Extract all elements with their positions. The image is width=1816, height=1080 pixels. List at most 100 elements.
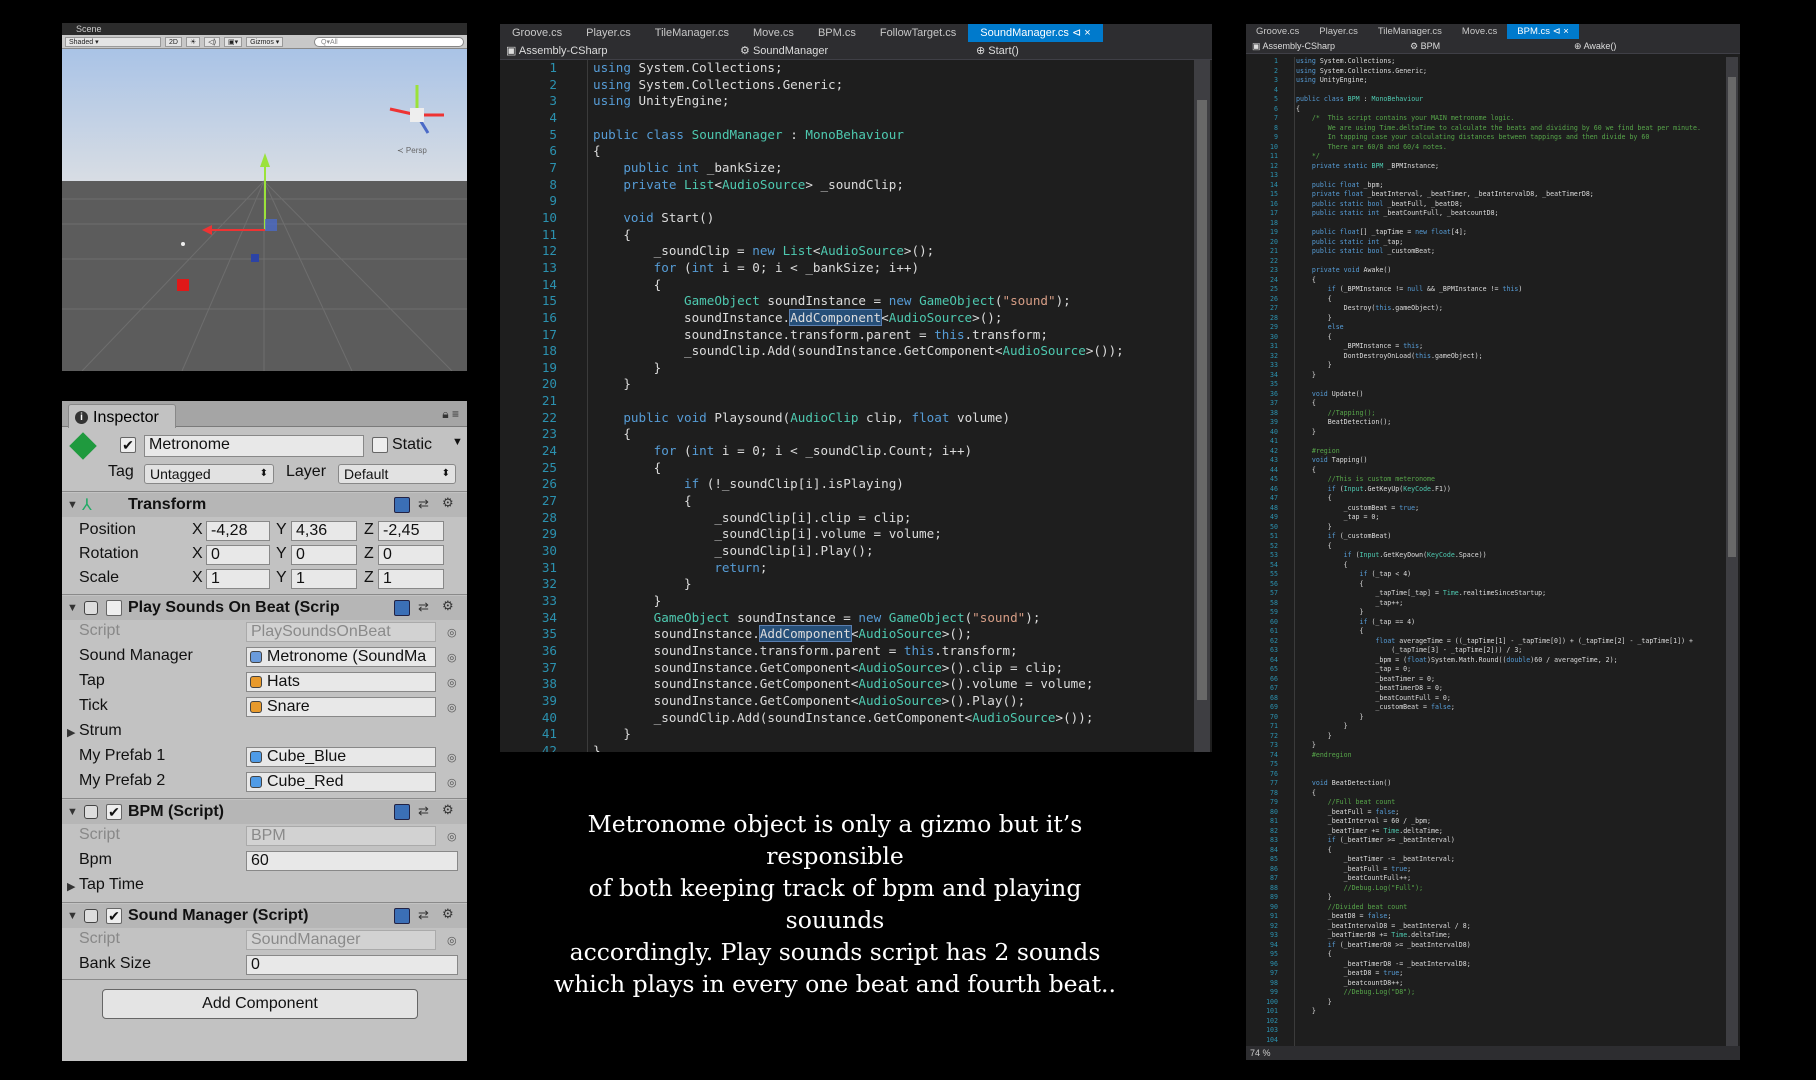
editor-tab[interactable]: Move.cs [741,24,806,42]
code-line[interactable]: 3 using UnityEngine; [1246,76,1701,86]
code-line[interactable]: 35 [1246,380,1701,390]
code-area[interactable]: 1 using System.Collections; 2 using System.… [500,60,1124,752]
layer-dropdown[interactable]: Default ⬍ [338,464,456,484]
code-line[interactable]: 21 [500,393,1124,410]
code-line[interactable]: 42} [500,743,1124,752]
code-line[interactable]: 26 { [1246,295,1701,305]
rotation-y-input[interactable]: 0 [291,545,357,565]
code-line[interactable]: 7 /* This script contains your MAIN metr… [1246,114,1701,124]
prefab2-field[interactable]: Cube_Red [246,772,436,792]
code-line[interactable]: 64 _bpm = (float)System.Math.Round((doub… [1246,656,1701,666]
code-line[interactable]: 66 _beatTimer = 0; [1246,675,1701,685]
code-line[interactable]: 50 } [1246,523,1701,533]
code-line[interactable]: 39 soundInstance.GetComponent<AudioSourc… [500,693,1124,710]
code-line[interactable]: 84 { [1246,846,1701,856]
help-book-icon[interactable] [394,497,410,513]
sound-manager-header[interactable]: ▼ ✔ Sound Manager (Script) ⇄ ⚙ [62,904,467,928]
code-line[interactable]: 80 _beatFull = false; [1246,808,1701,818]
code-line[interactable]: 60 if (_tap == 4) [1246,618,1701,628]
scene-search-input[interactable]: Q▾All [314,36,464,47]
code-line[interactable]: 74 #endregion [1246,751,1701,761]
help-book-icon[interactable] [394,804,410,820]
code-line[interactable]: 8 We are using Time.deltaTime to calcula… [1246,124,1701,134]
code-line[interactable]: 78 { [1246,789,1701,799]
class-dropdown[interactable]: ⚙ SoundManager [740,42,976,59]
tap-time-label[interactable]: Tap Time [79,876,144,894]
scrollbar-thumb[interactable] [1728,77,1736,557]
code-line[interactable]: 13 [1246,171,1701,181]
code-line[interactable]: 79 //Full beat count [1246,798,1701,808]
presets-icon[interactable]: ⇄ [418,803,429,819]
code-line[interactable]: 19 public float[] _tapTime = new float[4… [1246,228,1701,238]
position-x-input[interactable]: -4,28 [206,521,270,541]
code-line[interactable]: 54 { [1246,561,1701,571]
2d-toggle[interactable]: 2D [165,36,182,47]
rotation-x-input[interactable]: 0 [206,545,270,565]
editor-tab[interactable]: Groove.cs [1246,24,1309,39]
code-line[interactable]: 2 using System.Collections.Generic; [1246,67,1701,77]
editor-tab[interactable]: FollowTarget.cs [868,24,968,42]
code-line[interactable]: 48 _customBeat = true; [1246,504,1701,514]
scale-x-input[interactable]: 1 [206,569,270,589]
code-line[interactable]: 53 if (Input.GetKeyDown(KeyCode.Space)) [1246,551,1701,561]
editor-tab[interactable]: Groove.cs [500,24,574,42]
scale-y-input[interactable]: 1 [291,569,357,589]
code-line[interactable]: 37 soundInstance.GetComponent<AudioSourc… [500,660,1124,677]
code-line[interactable]: 22 [1246,257,1701,267]
code-line[interactable]: 38 soundInstance.GetComponent<AudioSourc… [500,676,1124,693]
code-line[interactable]: 25 if (_BPMInstance != null && _BPMInsta… [1246,285,1701,295]
code-line[interactable]: 11 */ [1246,152,1701,162]
presets-icon[interactable]: ⇄ [418,907,429,923]
code-line[interactable]: 23 { [500,426,1124,443]
code-line[interactable]: 55 if (_tap < 4) [1246,570,1701,580]
code-line[interactable]: 31 _BPMInstance = this; [1246,342,1701,352]
code-line[interactable]: 72 } [1246,732,1701,742]
code-line[interactable]: 32 } [500,576,1124,593]
editor-tab[interactable]: BPM.cs ⊲ × [1507,24,1579,39]
zoom-level[interactable]: 74 % [1250,1048,1271,1058]
object-name-input[interactable]: Metronome [144,435,364,457]
code-line[interactable]: 28 } [1246,314,1701,324]
code-line[interactable]: 92 _beatIntervalD8 = _beatInterval / 8; [1246,922,1701,932]
scale-z-input[interactable]: 1 [378,569,444,589]
tag-dropdown[interactable]: Untagged ⬍ [144,464,274,484]
scene-tab[interactable]: Scene [62,23,467,35]
code-line[interactable]: 35 soundInstance.AddComponent<AudioSourc… [500,625,1124,643]
play-sounds-enabled-checkbox[interactable] [106,600,122,616]
scene-viewport[interactable]: ≺ Persp [62,49,467,371]
close-icon[interactable]: ⊲ × [1069,27,1091,39]
code-line[interactable]: 36 soundInstance.transform.parent = this… [500,643,1124,660]
vertical-scrollbar[interactable] [1726,57,1738,1047]
code-line[interactable]: 2 using System.Collections.Generic; [500,77,1124,94]
code-line[interactable]: 44 { [1246,466,1701,476]
code-line[interactable]: 51 if (_customBeat) [1246,532,1701,542]
code-line[interactable]: 9 [500,193,1124,210]
code-line[interactable]: 10 There are 60/8 and 60/4 notes. [1246,143,1701,153]
code-line[interactable]: 16 soundInstance.AddComponent<AudioSourc… [500,308,1124,327]
code-line[interactable]: 33 } [500,593,1124,610]
editor-tab[interactable]: TileManager.cs [643,24,741,42]
effects-icon[interactable]: ▣▾ [223,36,243,47]
code-line[interactable]: 15 private float _beatInterval, _beatTim… [1246,190,1701,200]
code-line[interactable]: 33 } [1246,361,1701,371]
bpm-input[interactable]: 60 [246,851,458,871]
code-line[interactable]: 30 { [1246,333,1701,343]
code-editor-soundmanager[interactable]: Groove.cs Player.cs TileManager.cs Move.cs B… [500,24,1212,752]
code-line[interactable]: 27 Destroy(this.gameObject); [1246,304,1701,314]
editor-tab[interactable]: SoundManager.cs ⊲ × [968,24,1103,42]
object-picker-icon[interactable]: ◎ [447,751,457,764]
foldout-triangle-icon[interactable]: ▼ [67,910,78,922]
plane-handle[interactable] [265,219,277,231]
scene-view[interactable]: Scene Shaded ▾ 2D ☀ ◁) ▣▾ Gizmos ▾ Q▾All [62,23,467,371]
code-line[interactable]: 19 } [500,360,1124,377]
editor-tab[interactable]: Player.cs [574,24,643,42]
code-line[interactable]: 99 //Debug.Log("D8"); [1246,988,1701,998]
sound-manager-enabled-checkbox[interactable]: ✔ [106,908,122,924]
code-line[interactable]: 36 void Update() [1246,390,1701,400]
inspector-tab[interactable]: i Inspector [68,404,176,428]
code-line[interactable]: 58 _tap++; [1246,599,1701,609]
prefab1-field[interactable]: Cube_Blue [246,747,436,767]
gear-icon[interactable]: ⚙ [442,906,454,922]
code-line[interactable]: 4 [500,110,1124,127]
code-line[interactable]: 96 _beatTimerD8 -= _beatIntervalD8; [1246,960,1701,970]
